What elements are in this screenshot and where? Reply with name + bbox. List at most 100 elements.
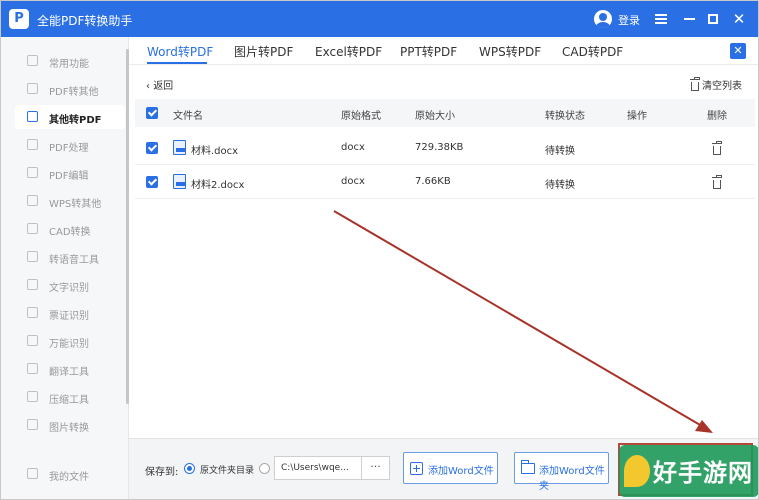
add-word-file-label: 添加Word文件 bbox=[428, 466, 494, 477]
sidebar-item-label: 转语音工具 bbox=[49, 255, 99, 266]
sidebar-item-label: PDF编辑 bbox=[49, 171, 89, 182]
sidebar-item-cad[interactable]: CAD转换 bbox=[15, 217, 125, 241]
voice-icon bbox=[27, 251, 38, 262]
file-size: 729.38KB bbox=[415, 142, 464, 153]
output-path-field[interactable]: C:\Users\wqe... ··· bbox=[274, 456, 390, 480]
docx-file-icon bbox=[173, 174, 186, 189]
sidebar-scrollbar[interactable] bbox=[126, 49, 129, 404]
arrow-head bbox=[695, 420, 713, 433]
source-folder-label: 原文件夹目录 bbox=[200, 466, 255, 476]
delete-row-button[interactable] bbox=[712, 174, 724, 190]
sidebar-item-ocr[interactable]: 文字识别 bbox=[15, 273, 125, 297]
app-logo-icon: P bbox=[9, 9, 29, 29]
sidebar: 常用功能 PDF转其他 其他转PDF PDF处理 PDF编辑 WPS转其他 CA… bbox=[1, 37, 129, 499]
sidebar-item-label: PDF处理 bbox=[49, 143, 89, 154]
convert-status: 待转换 bbox=[545, 146, 575, 157]
header-action: 操作 bbox=[627, 111, 647, 122]
trash-icon bbox=[712, 174, 722, 189]
title-bar: P 全能PDF转换助手 登录 ✕ bbox=[1, 1, 758, 37]
trash-icon bbox=[690, 76, 700, 91]
conversion-tabs: Word转PDF 图片转PDF Excel转PDF PPT转PDF WPS转PD… bbox=[129, 37, 758, 65]
sidebar-item-label: 万能识别 bbox=[49, 339, 89, 350]
image-icon bbox=[27, 419, 38, 430]
sidebar-item-label: 翻译工具 bbox=[49, 367, 89, 378]
compress-icon bbox=[27, 391, 38, 402]
sidebar-item-pdf-to-other[interactable]: PDF转其他 bbox=[15, 77, 125, 101]
tab-image-to-pdf[interactable]: 图片转PDF bbox=[234, 43, 293, 60]
tab-excel-to-pdf[interactable]: Excel转PDF bbox=[315, 43, 382, 60]
file-size: 7.66KB bbox=[415, 176, 451, 187]
source-folder-radio[interactable] bbox=[184, 463, 195, 474]
sidebar-item-label: 票证识别 bbox=[49, 311, 89, 322]
app-window: P 全能PDF转换助手 登录 ✕ 常用功能 PDF转其他 其他转PDF PDF处… bbox=[0, 0, 759, 500]
row-checkbox[interactable] bbox=[146, 176, 158, 188]
sidebar-item-translate[interactable]: 翻译工具 bbox=[15, 357, 125, 381]
file-format: docx bbox=[341, 142, 365, 153]
save-to-label: 保存到: bbox=[145, 467, 179, 478]
sidebar-item-common[interactable]: 常用功能 bbox=[15, 49, 125, 73]
menu-button[interactable] bbox=[651, 9, 671, 29]
sidebar-item-label: 我的文件 bbox=[49, 472, 89, 483]
minimize-icon bbox=[683, 18, 695, 20]
site-watermark: 好手游网 bbox=[619, 445, 758, 497]
login-link[interactable]: 登录 bbox=[618, 12, 640, 28]
file-name: 材料2.docx bbox=[191, 180, 245, 191]
clear-list-button[interactable]: 清空列表 bbox=[690, 76, 742, 92]
sidebar-item-other-to-pdf[interactable]: 其他转PDF bbox=[15, 105, 125, 129]
row-checkbox[interactable] bbox=[146, 142, 158, 154]
edit-icon bbox=[27, 167, 38, 178]
header-original-size: 原始大小 bbox=[415, 111, 455, 122]
add-word-folder-label: 添加Word文件夹 bbox=[539, 466, 605, 492]
add-word-file-button[interactable]: 添加Word文件 bbox=[403, 452, 498, 484]
sidebar-item-ticket[interactable]: 票证识别 bbox=[15, 301, 125, 325]
sidebar-item-image-convert[interactable]: 图片转换 bbox=[15, 413, 125, 437]
add-word-folder-button[interactable]: 添加Word文件夹 bbox=[514, 452, 609, 492]
header-original-format: 原始格式 bbox=[341, 111, 381, 122]
sidebar-item-my-files[interactable]: 我的文件 bbox=[15, 462, 125, 486]
tab-cad-to-pdf[interactable]: CAD转PDF bbox=[562, 43, 623, 60]
select-all-checkbox[interactable] bbox=[146, 107, 158, 119]
translate-icon bbox=[27, 363, 38, 374]
table-row: 材料.docx docx 729.38KB 待转换 bbox=[135, 131, 755, 165]
file-name: 材料.docx bbox=[191, 146, 239, 157]
sidebar-item-compress[interactable]: 压缩工具 bbox=[15, 385, 125, 409]
arrow-line bbox=[333, 210, 708, 430]
header-convert-status: 转换状态 bbox=[545, 111, 585, 122]
browse-path-button[interactable]: ··· bbox=[361, 457, 389, 479]
sidebar-item-universal-scan[interactable]: 万能识别 bbox=[15, 329, 125, 353]
tab-word-to-pdf[interactable]: Word转PDF bbox=[147, 43, 213, 60]
back-label: 返回 bbox=[153, 81, 174, 92]
maximize-icon bbox=[708, 14, 718, 24]
close-panel-button[interactable]: ✕ bbox=[730, 43, 746, 59]
delete-row-button[interactable] bbox=[712, 140, 724, 156]
sidebar-item-pdf-edit[interactable]: PDF编辑 bbox=[15, 161, 125, 185]
ocr-icon bbox=[27, 279, 38, 290]
header-file-name: 文件名 bbox=[173, 111, 203, 122]
sidebar-item-label: 图片转换 bbox=[49, 423, 89, 434]
app-title: 全能PDF转换助手 bbox=[37, 14, 133, 28]
custom-path-radio[interactable] bbox=[259, 463, 270, 474]
tab-wps-to-pdf[interactable]: WPS转PDF bbox=[479, 43, 541, 60]
wps-icon bbox=[27, 195, 38, 206]
sidebar-item-wps-to-other[interactable]: WPS转其他 bbox=[15, 189, 125, 213]
user-avatar-icon[interactable] bbox=[594, 10, 612, 28]
table-row: 材料2.docx docx 7.66KB 待转换 bbox=[135, 165, 755, 199]
docx-file-icon bbox=[173, 140, 186, 155]
ticket-icon bbox=[27, 307, 38, 318]
header-delete: 删除 bbox=[707, 111, 727, 122]
sidebar-item-label: WPS转其他 bbox=[49, 199, 102, 210]
plus-icon bbox=[410, 462, 423, 475]
sidebar-item-label: 常用功能 bbox=[49, 59, 89, 70]
watermark-text: 好手游网 bbox=[653, 459, 753, 487]
watermark-logo-icon bbox=[624, 455, 650, 487]
close-window-button[interactable]: ✕ bbox=[729, 9, 749, 29]
sidebar-item-voice[interactable]: 转语音工具 bbox=[15, 245, 125, 269]
tab-ppt-to-pdf[interactable]: PPT转PDF bbox=[400, 43, 457, 60]
back-button[interactable]: ‹ 返回 bbox=[146, 77, 173, 92]
sidebar-item-label: PDF转其他 bbox=[49, 87, 99, 98]
maximize-button[interactable] bbox=[703, 9, 723, 29]
folder-icon bbox=[27, 468, 38, 479]
sidebar-item-pdf-process[interactable]: PDF处理 bbox=[15, 133, 125, 157]
minimize-button[interactable] bbox=[679, 9, 699, 29]
tool-icon bbox=[27, 139, 38, 150]
